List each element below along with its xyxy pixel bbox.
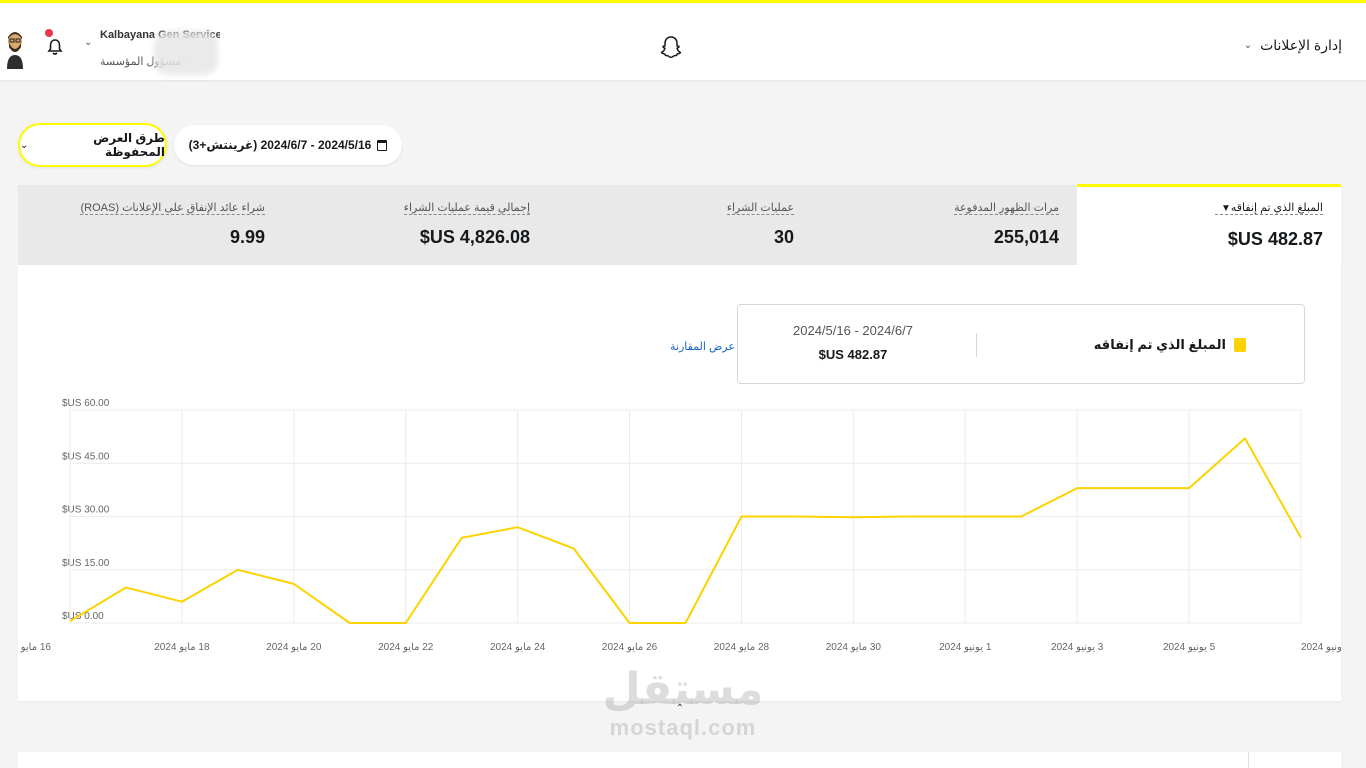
snapchat-logo-icon[interactable] <box>660 35 682 61</box>
metric-tab-amount-spent[interactable]: المبلغ الذي تم إنفاقه▼ $US 482.87 <box>1077 184 1341 265</box>
ads-manager-menu[interactable]: إدارة الإعلانات ⌄ <box>1244 37 1342 54</box>
metric-label: مرات الظهور المدفوعة <box>954 202 1059 215</box>
top-bar: إدارة الإعلانات ⌄ ⌄ Kalbayana Gen Servic… <box>0 0 1366 80</box>
notification-badge <box>45 29 53 37</box>
caret-down-icon: ▼ <box>1220 203 1231 214</box>
x-tick-label: 20 مايو 2024 <box>266 642 322 653</box>
metric-value: 30 <box>773 227 794 247</box>
chart-legend: المبلغ الذي تم إنفاقه 2024/5/16 - 2024/6… <box>737 304 1305 384</box>
x-tick-label: 16 مايو 2024 <box>18 642 51 653</box>
y-tick-label: $US 30.00 <box>62 505 110 516</box>
series-line <box>69 437 1302 624</box>
date-range-picker[interactable]: 2024/5/16 - 2024/6/7 (غرينتش+3) <box>174 125 402 165</box>
chevron-down-icon: ⌄ <box>20 139 29 151</box>
x-tick-label: 3 يونيو 2024 <box>1051 642 1104 653</box>
redaction-blur <box>154 31 218 75</box>
chevron-down-icon: ⌄ <box>1243 40 1253 51</box>
x-tick-label: 26 مايو 2024 <box>602 642 658 653</box>
metric-label: إجمالي قيمة عمليات الشراء <box>403 202 530 215</box>
legend-series-name: المبلغ الذي تم إنفاقه <box>1093 337 1226 352</box>
watermark-latin: mostaql.com <box>609 715 757 740</box>
table-divider <box>1248 752 1249 768</box>
saved-views-label: طرق العرض المحفوظة <box>93 131 165 159</box>
chevron-down-icon: ⌄ <box>84 37 93 48</box>
x-tick-label: 18 مايو 2024 <box>154 642 210 653</box>
bell-icon[interactable] <box>46 37 64 57</box>
metric-label: عمليات الشراء <box>726 202 794 215</box>
x-tick-label: 28 مايو 2024 <box>714 642 770 653</box>
chart-card: عرض المقارنة المبلغ الذي تم إنفاقه 2024/… <box>18 265 1341 701</box>
legend-date-range: 2024/5/16 - 2024/6/7 <box>793 323 913 338</box>
y-tick-label: $US 15.00 <box>62 558 110 569</box>
calendar-icon <box>377 139 388 151</box>
legend-divider <box>976 333 977 357</box>
avatar[interactable] <box>4 29 26 69</box>
line-chart: $US 0.00$US 15.00$US 30.00$US 45.00$US 6… <box>18 398 1341 653</box>
x-tick-label: 1 يونيو 2024 <box>939 642 992 653</box>
metric-tab-purchases[interactable]: عمليات الشراء 30 <box>548 185 794 265</box>
data-table-card <box>18 752 1341 768</box>
y-tick-label: $US 60.00 <box>62 398 110 409</box>
legend-total: $US 482.87 <box>818 347 888 362</box>
show-comparison-link[interactable]: عرض المقارنة <box>670 340 735 353</box>
metric-value: 9.99 <box>229 227 265 247</box>
metric-label: المبلغ الذي تم إنفاقه▼ <box>1214 201 1323 215</box>
saved-views-dropdown[interactable]: طرق العرض المحفوظة ⌄ <box>18 123 167 167</box>
metrics-summary-bar: المبلغ الذي تم إنفاقه▼ $US 482.87 مرات ا… <box>18 184 1341 265</box>
date-range-label: 2024/5/16 - 2024/6/7 (غرينتش+3) <box>188 138 372 152</box>
y-tick-label: $US 45.00 <box>62 451 110 462</box>
x-tick-label: 24 مايو 2024 <box>490 642 546 653</box>
ads-manager-label: إدارة الإعلانات <box>1260 37 1342 53</box>
x-tick-label: 30 مايو 2024 <box>826 642 882 653</box>
metric-tab-purchase-value[interactable]: إجمالي قيمة عمليات الشراء $US 4,826.08 <box>284 185 530 265</box>
x-tick-label: 7 يونيو 2024 <box>1301 642 1341 653</box>
metric-value: 255,014 <box>993 227 1059 247</box>
metric-label: شراء عائد الإنفاق على الإعلانات (ROAS) <box>80 202 265 215</box>
legend-swatch <box>1234 338 1246 352</box>
metric-value: $US 482.87 <box>1227 229 1323 249</box>
collapse-chart-button[interactable]: ⌃ <box>672 703 688 719</box>
metric-tab-roas[interactable]: شراء عائد الإنفاق على الإعلانات (ROAS) 9… <box>18 185 265 265</box>
metric-value: $US 4,826.08 <box>419 227 530 247</box>
x-tick-label: 5 يونيو 2024 <box>1163 642 1216 653</box>
metric-tab-paid-impressions[interactable]: مرات الظهور المدفوعة 255,014 <box>813 185 1059 265</box>
x-tick-label: 22 مايو 2024 <box>378 642 434 653</box>
